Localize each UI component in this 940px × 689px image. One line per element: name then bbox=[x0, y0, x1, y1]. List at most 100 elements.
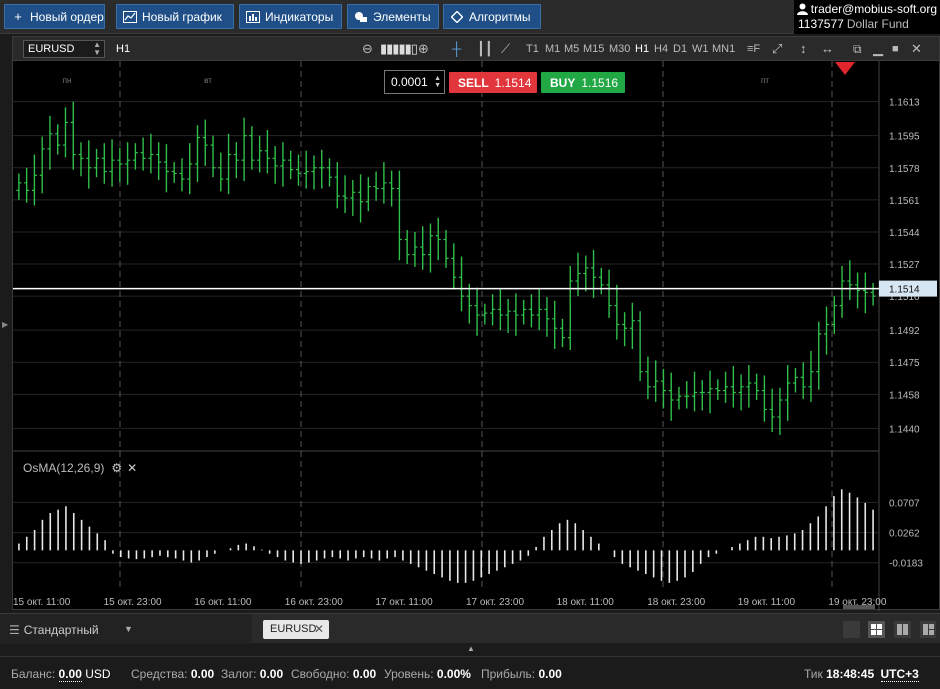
price-bar bbox=[482, 303, 488, 325]
timeframe-w1[interactable]: W1 bbox=[692, 43, 709, 55]
layout-tiles-button[interactable] bbox=[920, 621, 936, 638]
price-bar bbox=[226, 133, 232, 195]
chart-tab-eurusd[interactable]: EURUSD ✕ bbox=[263, 620, 329, 639]
price-bar bbox=[769, 388, 775, 433]
minimize-icon[interactable]: ▁ bbox=[873, 41, 883, 57]
price-bar bbox=[358, 174, 364, 223]
price-chart[interactable]: 1.1613 1.1595 1.1578 1.1561 1.1544 1.1527 1.15… bbox=[13, 61, 939, 611]
line-chart-type-icon[interactable]: ⟋ bbox=[501, 41, 510, 57]
indicators-button[interactable]: Индикаторы bbox=[239, 4, 342, 29]
detach-window-icon[interactable]: ⧉ bbox=[853, 41, 862, 57]
layout-single-button[interactable] bbox=[843, 621, 860, 638]
price-bar bbox=[218, 152, 224, 192]
elements-button[interactable]: Элементы bbox=[347, 4, 439, 29]
price-bar bbox=[831, 296, 837, 334]
chart-timeframe-label: H1 bbox=[116, 43, 131, 55]
price-bar bbox=[202, 119, 208, 166]
price-bar bbox=[707, 370, 713, 414]
timezone-selector[interactable]: UTC+3 bbox=[880, 667, 919, 682]
spinner-icon[interactable]: ▲ ▼ bbox=[434, 75, 441, 89]
trend-line-icon[interactable]: ⤢ bbox=[772, 41, 782, 57]
osma-tick-label: -0.0183 bbox=[889, 559, 923, 570]
profit: Прибыль: 0.00 bbox=[481, 667, 562, 681]
balance-value[interactable]: 0.00 bbox=[58, 667, 82, 682]
free-margin: Свободно: 0.00 bbox=[291, 667, 376, 681]
timeframe-t1[interactable]: T1 bbox=[526, 43, 539, 55]
zoom-out-icon[interactable]: ⊖ bbox=[362, 41, 373, 57]
margin-label: Залог: bbox=[221, 667, 257, 681]
price-tick-label: 1.1527 bbox=[889, 260, 920, 271]
price-bar bbox=[39, 136, 45, 194]
balance: Баланс: 0.00 USD bbox=[11, 667, 111, 682]
workspace-name: Стандартный bbox=[23, 623, 99, 637]
close-tab-icon[interactable]: ✕ bbox=[314, 620, 324, 639]
user-email[interactable]: trader@mobius-soft.org bbox=[796, 2, 937, 16]
price-bar bbox=[171, 162, 177, 183]
timeframe-h4[interactable]: H4 bbox=[654, 43, 668, 55]
zoom-slider[interactable]: ▮▮▮▮▮▯ bbox=[380, 41, 418, 57]
price-bar bbox=[62, 107, 68, 158]
timeframe-m30[interactable]: M30 bbox=[609, 43, 630, 55]
price-tick-label: 1.1440 bbox=[889, 424, 920, 435]
timeframe-h1[interactable]: H1 bbox=[635, 43, 649, 55]
expand-panel-icon[interactable]: ▲ bbox=[467, 644, 475, 653]
horizontal-line-icon[interactable]: ↔ bbox=[821, 41, 834, 57]
price-bar bbox=[140, 137, 146, 171]
profit-label: Прибыль: bbox=[481, 667, 536, 681]
margin-value: 0.00 bbox=[259, 667, 284, 681]
new-chart-button[interactable]: Новый график bbox=[116, 4, 234, 29]
day-label: пт bbox=[761, 76, 769, 85]
price-bar bbox=[528, 294, 534, 328]
gear-icon[interactable]: ⚙ bbox=[111, 461, 122, 475]
price-bar bbox=[381, 162, 387, 204]
symbol-value: EURUSD bbox=[28, 43, 75, 55]
chart-window: EURUSD ▲ ▼ H1 ⊖ ▮▮▮▮▮▯ ⊕ ┼ ┃┃ ⟋ T1 M1 M5 … bbox=[12, 36, 940, 611]
timeframe-m5[interactable]: M5 bbox=[564, 43, 579, 55]
layout-grid-button[interactable] bbox=[868, 621, 885, 638]
timeframe-m15[interactable]: M15 bbox=[583, 43, 604, 55]
price-bar bbox=[396, 170, 402, 261]
symbol-select[interactable]: EURUSD ▲ ▼ bbox=[23, 40, 105, 58]
price-bar bbox=[847, 260, 853, 300]
funds-label: Средства: bbox=[131, 667, 188, 681]
level-value: 0.00% bbox=[436, 667, 471, 681]
price-bar bbox=[389, 170, 395, 207]
close-icon[interactable]: ✕ bbox=[127, 461, 137, 475]
price-bar bbox=[187, 143, 193, 195]
chart-icon bbox=[123, 10, 137, 24]
candle-chart-type-icon[interactable]: ┃┃ bbox=[477, 41, 493, 57]
bar-chart-type-icon[interactable]: ┼ bbox=[452, 41, 461, 57]
layout-columns-button[interactable] bbox=[894, 621, 911, 638]
account-selector[interactable]: 1137577 Dollar Fund bbox=[798, 17, 909, 31]
new-order-label: Новый ордер bbox=[30, 9, 104, 24]
margin-level: Уровень: 0.00% bbox=[384, 667, 471, 681]
level-label: Уровень: bbox=[384, 667, 434, 681]
chart-tab-label: EURUSD bbox=[270, 623, 317, 635]
sell-label: SELL bbox=[458, 75, 489, 90]
sell-button[interactable]: SELL 1.1514 bbox=[449, 72, 537, 93]
vertical-line-icon[interactable]: ↕ bbox=[800, 41, 807, 57]
workspace-selector[interactable]: ☰ Стандартный ▼ bbox=[0, 614, 252, 644]
buy-button[interactable]: BUY 1.1516 bbox=[541, 72, 625, 93]
timeframe-mn1[interactable]: MN1 bbox=[712, 43, 735, 55]
free-label: Свободно: bbox=[291, 667, 350, 681]
spin-icon: ▲ ▼ bbox=[93, 40, 101, 57]
menu-icon: ☰ bbox=[9, 623, 20, 637]
close-icon[interactable]: ✕ bbox=[911, 41, 922, 57]
maximize-icon[interactable]: ■ bbox=[892, 41, 899, 57]
fibonacci-icon[interactable]: ≡F bbox=[747, 41, 760, 57]
time-axis-label: 16 окт. 11:00 bbox=[194, 597, 252, 608]
price-bar bbox=[179, 158, 185, 192]
algorithms-icon bbox=[450, 10, 464, 24]
left-panel-toggle-icon[interactable]: ▶ bbox=[2, 320, 8, 329]
zoom-in-icon[interactable]: ⊕ bbox=[418, 41, 429, 57]
price-step-input[interactable]: 0.0001 ▲ ▼ bbox=[384, 70, 445, 94]
price-tick-label: 1.1613 bbox=[889, 98, 920, 109]
price-bar bbox=[451, 243, 457, 290]
workspace-label: ☰ Стандартный bbox=[9, 623, 99, 637]
timeframe-d1[interactable]: D1 bbox=[673, 43, 687, 55]
new-order-button[interactable]: + Новый ордер bbox=[4, 4, 105, 29]
price-bar bbox=[272, 146, 278, 184]
algorithms-button[interactable]: Алгоритмы bbox=[443, 4, 541, 29]
timeframe-m1[interactable]: M1 bbox=[545, 43, 560, 55]
